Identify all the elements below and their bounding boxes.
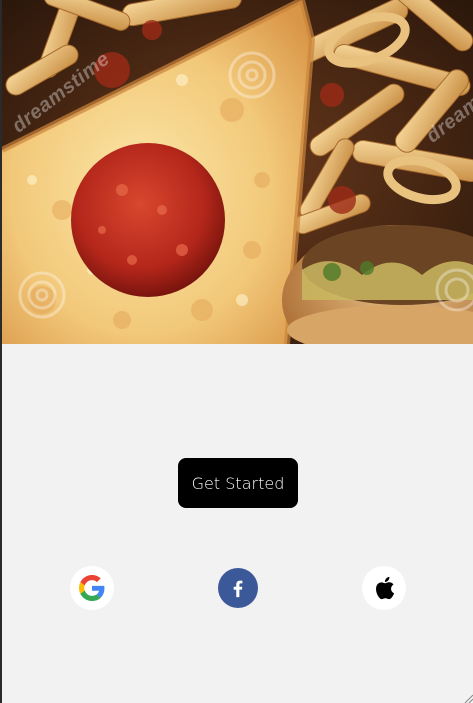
app-screen: dreamstime dreamstime Get Started: [2, 0, 473, 703]
google-signin-button[interactable]: [70, 566, 114, 610]
hero-food-image: dreamstime dreamstime: [2, 0, 473, 344]
food-illustration: [2, 0, 473, 344]
apple-signin-button[interactable]: [362, 566, 406, 610]
get-started-button[interactable]: Get Started: [178, 458, 298, 508]
resize-grip-icon[interactable]: [463, 693, 473, 703]
facebook-icon: [233, 580, 243, 598]
apple-icon: [376, 576, 395, 600]
facebook-signin-button[interactable]: [218, 568, 258, 608]
google-icon: [79, 575, 105, 601]
